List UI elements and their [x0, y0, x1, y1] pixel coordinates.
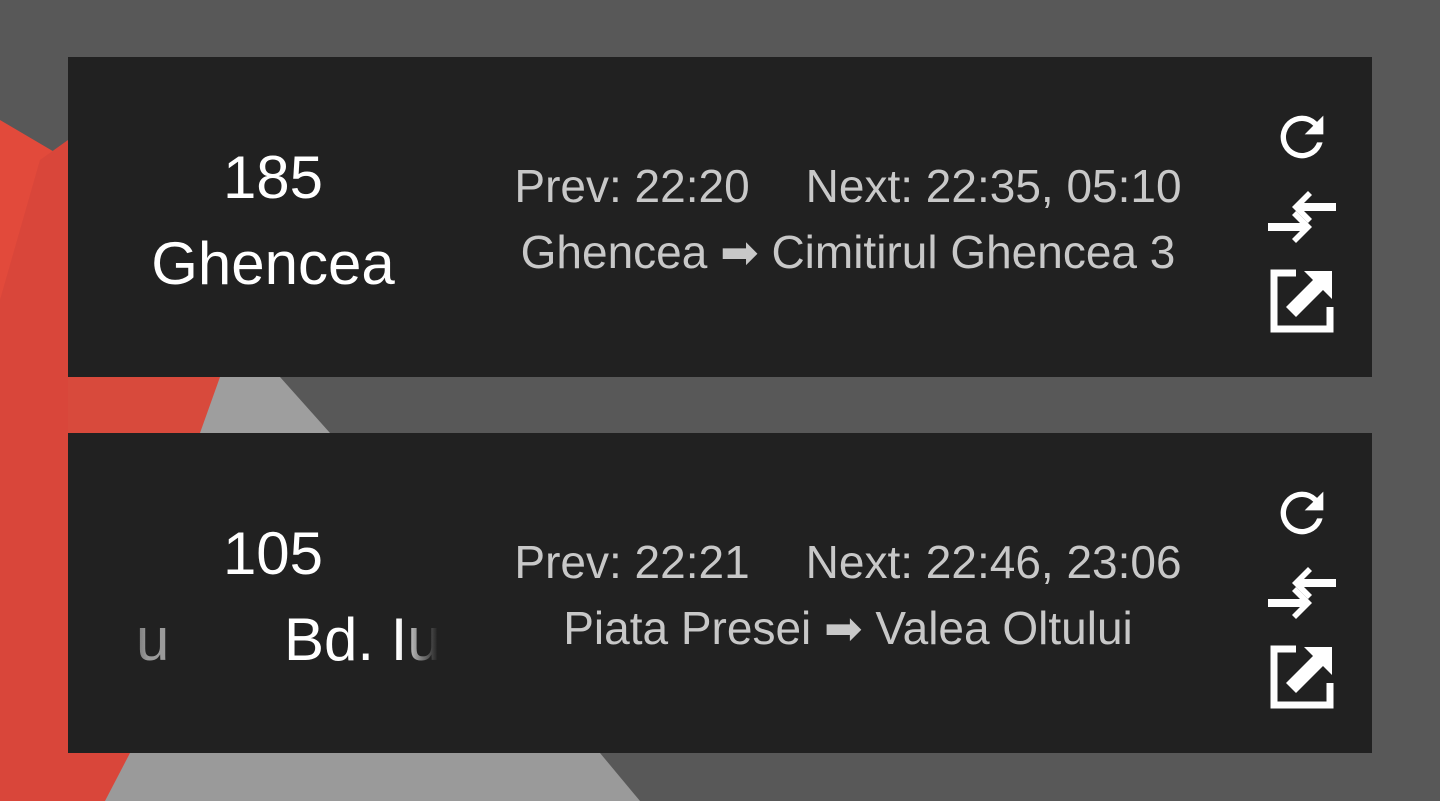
route-to: Cimitirul Ghencea 3 — [771, 226, 1176, 278]
schedule-info: Prev: 22:21 Next: 22:46, 23:06 Piata Pres… — [468, 433, 1228, 753]
open-external-button[interactable] — [1266, 265, 1338, 337]
times-row: Prev: 22:21 Next: 22:46, 23:06 — [468, 533, 1228, 591]
route-to: Valea Oltului — [875, 602, 1133, 654]
stop-name-ghost: u — [136, 606, 170, 673]
next-times: Next: 22:46, 23:06 — [805, 536, 1182, 588]
times-row: Prev: 22:20 Next: 22:35, 05:10 — [468, 157, 1228, 215]
open-external-icon — [1270, 269, 1334, 333]
open-external-icon — [1270, 645, 1334, 709]
route-from: Ghencea — [520, 226, 708, 278]
refresh-button[interactable] — [1266, 101, 1338, 173]
widget-actions — [1266, 477, 1338, 717]
bus-widget-105[interactable]: 105 u Bd. Iuli Prev: 22:21 Next: 22:46, 2… — [68, 433, 1372, 753]
route-row: Piata Presei ➡ Valea Oltului — [468, 599, 1228, 657]
route-arrow: ➡ — [824, 602, 863, 654]
swap-direction-icon — [1268, 191, 1336, 243]
swap-direction-button[interactable] — [1266, 557, 1338, 629]
swap-direction-icon — [1268, 567, 1336, 619]
stop-name: Bd. Iuli — [284, 606, 438, 673]
line-column: 185 Ghencea — [108, 57, 438, 377]
refresh-icon — [1280, 491, 1324, 535]
route-from: Piata Presei — [563, 602, 812, 654]
refresh-button[interactable] — [1266, 477, 1338, 549]
refresh-icon — [1280, 115, 1324, 159]
previous-time: Prev: 22:21 — [514, 536, 750, 588]
bus-widget-185[interactable]: 185 Ghencea Prev: 22:20 Next: 22:35, 05:1… — [68, 57, 1372, 377]
widget-actions — [1266, 101, 1338, 341]
schedule-info: Prev: 22:20 Next: 22:35, 05:10 Ghencea ➡ … — [468, 57, 1228, 377]
route-row: Ghencea ➡ Cimitirul Ghencea 3 — [468, 223, 1228, 281]
line-column: 105 u Bd. Iuli — [108, 433, 438, 753]
stop-name-marquee: u Bd. Iuli — [108, 605, 438, 675]
swap-direction-button[interactable] — [1266, 181, 1338, 253]
open-external-button[interactable] — [1266, 641, 1338, 713]
previous-time: Prev: 22:20 — [514, 160, 750, 212]
line-number: 105 — [222, 520, 324, 587]
route-arrow: ➡ — [720, 226, 759, 278]
next-times: Next: 22:35, 05:10 — [805, 160, 1182, 212]
line-number: 185 — [222, 144, 324, 211]
stop-name: Ghencea — [151, 230, 395, 297]
